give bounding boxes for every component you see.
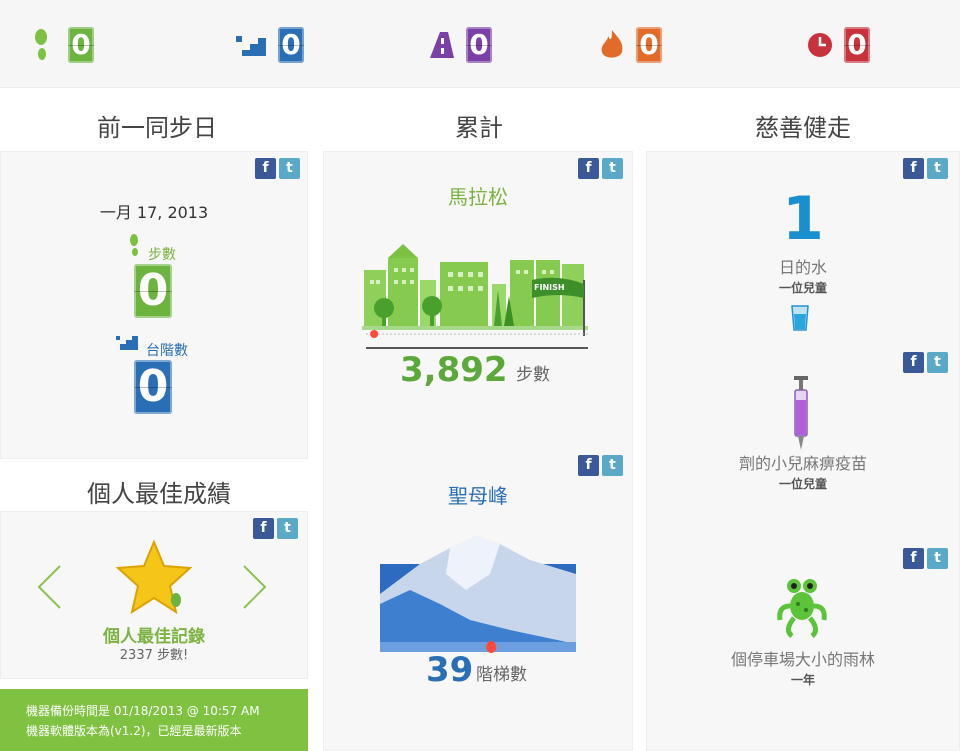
steps-label: 步數 xyxy=(148,247,176,263)
marathon-progress-marker xyxy=(370,330,379,338)
flame-icon xyxy=(598,28,626,62)
floors-counter: 0 xyxy=(278,27,304,63)
share-buttons: f t xyxy=(255,158,300,179)
twitter-share-button[interactable]: t xyxy=(927,352,948,373)
twitter-share-button[interactable]: t xyxy=(927,158,948,179)
previous-arrow-button[interactable] xyxy=(36,564,62,614)
mountain-floors-number: 39 xyxy=(426,650,474,690)
footprint-icon xyxy=(30,28,58,62)
previous-floors-counter: 0 xyxy=(134,360,172,414)
twitter-share-button[interactable]: t xyxy=(602,158,623,179)
marathon-title: 馬拉松 xyxy=(448,185,508,209)
heading-previous-sync: 前一同步日 xyxy=(97,114,217,142)
water-glass-icon xyxy=(790,304,810,336)
footprint-icon xyxy=(128,234,142,262)
marathon-progress-track xyxy=(366,330,588,338)
vaccine-subtitle: 一位兒童 xyxy=(778,477,827,491)
marathon-steps-number: 3,892 xyxy=(400,350,508,390)
share-buttons: f t xyxy=(253,518,298,539)
facebook-share-button[interactable]: f xyxy=(255,158,276,179)
personal-best-value: 2337 步數! xyxy=(119,648,189,663)
facebook-share-button[interactable]: f xyxy=(578,455,599,476)
personal-best-title: 個人最佳記錄 xyxy=(103,627,205,647)
facebook-share-button[interactable]: f xyxy=(903,548,924,569)
twitter-share-button[interactable]: t xyxy=(927,548,948,569)
calories-counter: 0 xyxy=(636,27,662,63)
finish-flag-label: FINISH xyxy=(534,283,565,292)
water-title: 日的水 xyxy=(778,258,827,277)
facebook-share-button[interactable]: f xyxy=(578,158,599,179)
stats-bar: 0 0 0 0 0 xyxy=(0,0,960,88)
stat-floors: 0 xyxy=(234,26,304,64)
star-icon xyxy=(114,538,194,622)
mountain-progress-track xyxy=(486,641,497,653)
next-arrow-button[interactable] xyxy=(242,564,268,614)
sync-status-box: 機器備份時間是 01/18/2013 @ 10:57 AM 機器軟體版本為(v1… xyxy=(0,689,308,751)
frog-icon xyxy=(776,576,828,644)
active-time-counter: 0 xyxy=(844,27,870,63)
firmware-version-text: 機器軟體版本為(v1.2)，已經是最新版本 xyxy=(26,724,242,738)
syringe-icon xyxy=(788,376,814,454)
share-buttons: f t xyxy=(903,352,948,373)
twitter-share-button[interactable]: t xyxy=(277,518,298,539)
water-days-number: 1 xyxy=(782,184,824,254)
mountain-progress-marker xyxy=(486,641,497,653)
facebook-share-button[interactable]: f xyxy=(903,352,924,373)
clock-icon xyxy=(806,28,834,62)
stat-distance: 0 xyxy=(428,26,492,64)
heading-cumulative: 累計 xyxy=(455,114,503,142)
stat-calories: 0 xyxy=(598,26,662,64)
twitter-share-button[interactable]: t xyxy=(279,158,300,179)
share-buttons: f t xyxy=(903,158,948,179)
share-buttons: f t xyxy=(578,158,623,179)
road-icon xyxy=(428,28,456,62)
stairs-icon xyxy=(234,28,268,62)
backup-time-text: 機器備份時間是 01/18/2013 @ 10:57 AM xyxy=(26,704,260,718)
mountain-illustration xyxy=(380,534,576,656)
heading-charity-walk: 慈善健走 xyxy=(755,114,851,142)
rainforest-title: 個停車場大小的雨林 xyxy=(730,650,875,669)
stairs-icon xyxy=(116,334,138,356)
heading-personal-best: 個人最佳成績 xyxy=(87,480,231,508)
distance-counter: 0 xyxy=(466,27,492,63)
sync-date: 一月 17, 2013 xyxy=(99,203,209,222)
mountain-title: 聖母峰 xyxy=(448,484,508,508)
floors-label: 台階數 xyxy=(146,343,188,359)
share-buttons: f t xyxy=(903,548,948,569)
water-subtitle: 一位兒童 xyxy=(778,281,827,295)
twitter-share-button[interactable]: t xyxy=(602,455,623,476)
stat-active-time: 0 xyxy=(806,26,870,64)
facebook-share-button[interactable]: f xyxy=(253,518,274,539)
mountain-floors-unit: 階梯數 xyxy=(476,665,527,685)
previous-steps-counter: 0 xyxy=(134,264,172,318)
stat-steps: 0 xyxy=(30,26,94,64)
vaccine-title: 劑的小兒麻痹疫苗 xyxy=(738,454,867,473)
facebook-share-button[interactable]: f xyxy=(903,158,924,179)
marathon-steps-unit: 步數 xyxy=(516,365,550,385)
rainforest-subtitle: 一年 xyxy=(790,673,815,687)
share-buttons: f t xyxy=(578,455,623,476)
steps-counter: 0 xyxy=(68,27,94,63)
